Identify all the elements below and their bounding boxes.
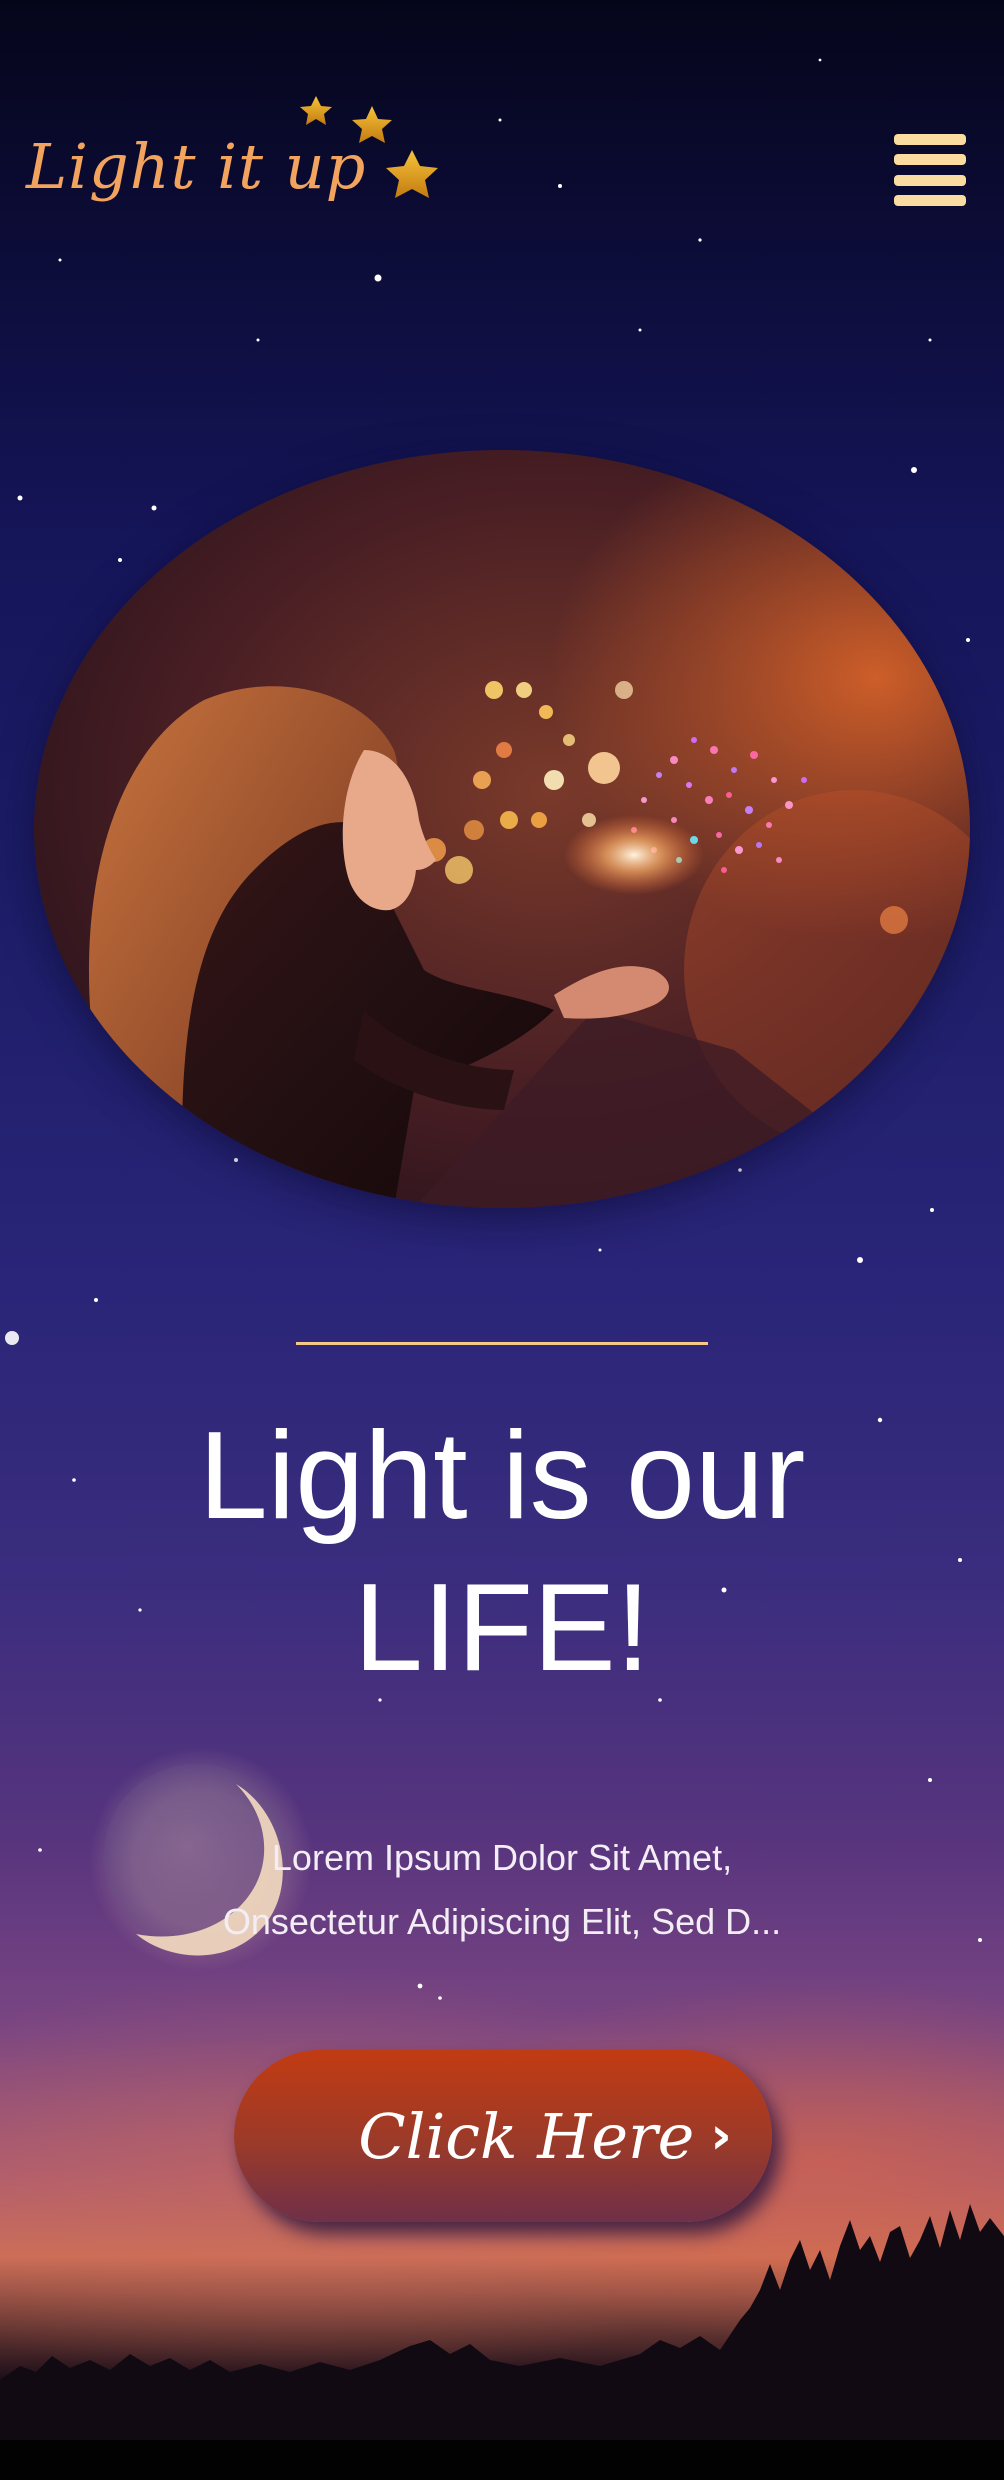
page-title-line-1: Light is our xyxy=(198,1407,806,1545)
hero-description: Lorem Ipsum Dolor Sit Amet, Onsectetur A… xyxy=(0,1826,1004,1954)
hamburger-menu-icon[interactable] xyxy=(890,130,970,210)
accent-divider xyxy=(296,1342,708,1345)
hero-image xyxy=(34,450,970,1208)
menu-bar xyxy=(894,154,966,166)
click-here-button[interactable]: Click Here › xyxy=(234,2050,772,2222)
hero-description-line-1: Lorem Ipsum Dolor Sit Amet, xyxy=(271,1837,733,1878)
page-title-line-2: LIFE! xyxy=(353,1559,651,1697)
click-here-button-label: Click Here xyxy=(358,2099,695,2173)
hero-description-line-2: Onsectetur Adipiscing Elit, Sed D... xyxy=(222,1901,782,1942)
chevron-right-icon: › xyxy=(710,2106,732,2166)
three-stars-icon xyxy=(300,96,438,198)
menu-bar xyxy=(894,134,966,145)
menu-bar xyxy=(894,174,966,186)
menu-bar xyxy=(894,194,966,206)
page-title: Light is our LIFE! xyxy=(0,1400,1004,1704)
landing-page: Light it up Light is our LIFE! Lorem Ips… xyxy=(0,0,1004,2480)
